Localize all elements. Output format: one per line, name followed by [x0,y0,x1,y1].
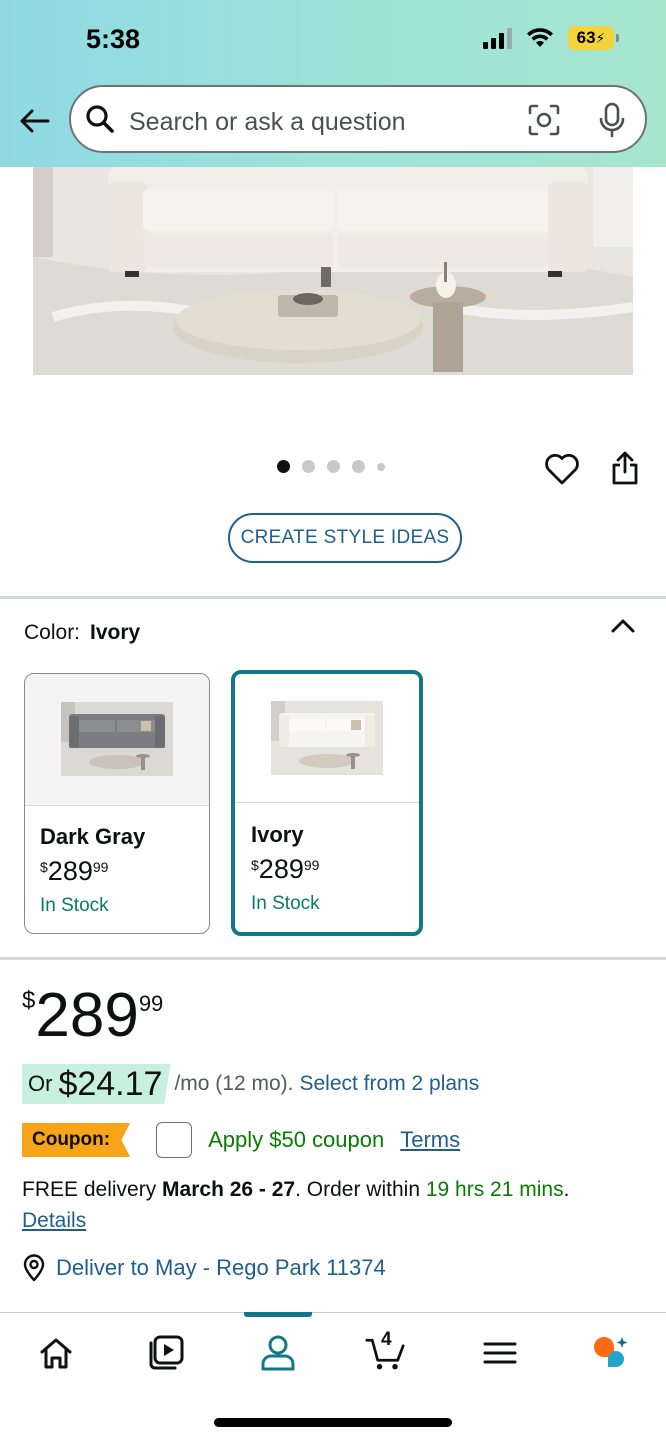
pagination-dot[interactable] [302,460,315,473]
sofa-product-photo [33,167,633,375]
color-option-price: $28999 [40,856,108,887]
bottom-navigation [0,1312,666,1440]
cart-count-badge: 4 [381,1329,392,1350]
color-option-price: $28999 [251,854,319,885]
location-pin-icon [23,1254,45,1282]
color-option-name: Dark Gray [40,824,146,849]
cellular-signal-icon [483,27,512,49]
color-option-name: Ivory [251,822,304,847]
status-time: 5:38 [86,24,141,54]
color-option-price-cents: 99 [303,857,320,873]
delivery-details-link[interactable]: Details [22,1209,86,1232]
ivory-sofa-thumbnail [271,701,383,775]
delivery-info: FREE delivery March 26 - 27. Order withi… [22,1174,652,1236]
microphone-icon[interactable] [595,101,629,139]
color-option-currency: $ [40,859,48,875]
camera-lens-icon[interactable] [527,103,561,137]
color-option-currency: $ [251,857,259,873]
battery-icon: 63 ⚡ [568,26,619,50]
price-whole: 289 [35,981,139,1050]
menu-icon[interactable] [480,1333,520,1373]
delivery-suffix: . [563,1178,570,1201]
home-icon[interactable] [36,1333,76,1373]
monthly-payment-row: Or $24.17 /mo (12 mo). Select from 2 pla… [22,1064,479,1104]
section-divider [0,596,666,599]
coupon-row: Coupon: Apply $50 coupon Terms [22,1120,460,1160]
color-thumbnail-area [25,674,209,806]
monthly-amount: $24.17 [58,1064,163,1103]
color-option-price-whole: 289 [47,856,93,886]
product-price: $28999 [22,985,163,1047]
search-bar[interactable]: Search or ask a question [69,85,647,153]
status-icons: 63 ⚡ [483,26,619,50]
apply-coupon-label[interactable]: Apply $50 coupon [208,1127,384,1153]
delivery-countdown: 19 hrs 21 mins [425,1178,564,1201]
monthly-amount-highlight: Or $24.17 [22,1064,171,1104]
price-currency: $ [22,987,36,1014]
share-icon[interactable] [609,450,641,486]
deliver-to-address[interactable]: Deliver to May - Rego Park 11374 [56,1255,386,1281]
color-option-price-whole: 289 [258,854,304,884]
color-option-stock: In Stock [40,895,109,916]
chevron-up-icon[interactable] [610,616,636,636]
create-style-ideas-button[interactable]: CREATE STYLE IDEAS [228,513,462,563]
price-cents: 99 [138,991,164,1016]
monthly-term: /mo (12 mo). [174,1072,294,1095]
delivery-middle: . Order within [295,1178,426,1201]
pagination-dot[interactable] [277,460,290,473]
pagination-dot[interactable] [327,460,340,473]
image-pagination-dots[interactable] [277,460,385,473]
dark-gray-sofa-thumbnail [61,702,173,776]
select-plans-link[interactable]: Select from 2 plans [299,1072,479,1096]
video-icon[interactable] [146,1333,186,1373]
color-thumbnail-area [235,674,419,803]
deliver-to-row[interactable]: Deliver to May - Rego Park 11374 [22,1254,386,1282]
delivery-prefix: FREE delivery [22,1178,163,1201]
battery-level: 63 [576,28,596,47]
apply-coupon-checkbox[interactable] [156,1122,193,1158]
coupon-tag: Coupon: [22,1123,131,1157]
profile-icon[interactable] [258,1333,298,1373]
pagination-dot[interactable] [352,460,365,473]
section-divider [0,957,666,960]
product-image[interactable] [33,167,633,375]
rufus-ai-icon[interactable] [590,1333,630,1373]
wifi-icon [527,28,553,47]
selected-color: Ivory [90,621,141,644]
top-header: 5:38 63 ⚡ Search or ask a question [0,0,666,167]
color-label-text: Color: [24,621,81,644]
color-option-stock: In Stock [251,893,320,914]
search-placeholder[interactable]: Search or ask a question [129,108,406,137]
color-option-price-cents: 99 [92,859,109,875]
color-label: Color: Ivory [24,621,140,645]
search-icon [86,105,114,133]
heart-icon[interactable] [544,452,580,486]
pagination-dot[interactable] [377,462,385,471]
coupon-terms-link[interactable]: Terms [400,1127,460,1153]
active-tab-indicator [244,1312,312,1317]
monthly-or: Or [28,1071,53,1096]
color-option-ivory[interactable]: Ivory $28999 In Stock [231,670,423,936]
color-option-dark-gray[interactable]: Dark Gray $28999 In Stock [24,673,210,934]
back-arrow-icon[interactable] [16,103,52,139]
delivery-date: March 26 - 27 [162,1178,296,1201]
home-indicator-bar [214,1418,452,1427]
